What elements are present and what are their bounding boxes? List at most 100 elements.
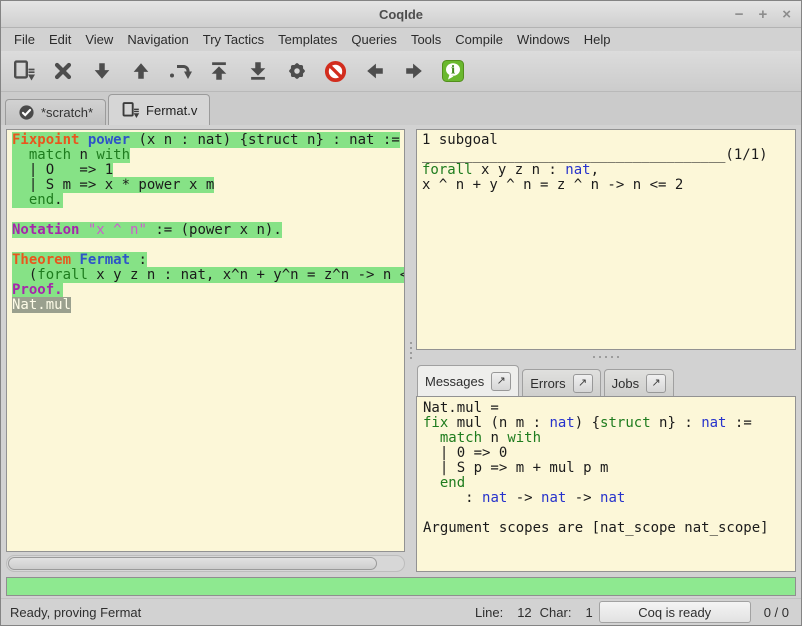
about-button[interactable]: i xyxy=(439,58,466,85)
horizontal-scrollbar[interactable] xyxy=(6,555,405,572)
tab-label: Fermat.v xyxy=(146,103,197,118)
go-to-cursor-button[interactable] xyxy=(166,58,193,85)
code-token: ( xyxy=(12,267,37,283)
code-line: Notation "x ^ n" := (power x n). xyxy=(12,223,404,238)
line-value: 12 xyxy=(517,605,531,620)
code-token: match xyxy=(440,430,482,446)
progress-bar xyxy=(6,577,796,596)
tab-errors[interactable]: Errors ↗ xyxy=(522,369,600,396)
menu-tools[interactable]: Tools xyxy=(404,29,448,50)
tab-fermat[interactable]: Fermat.v xyxy=(108,94,210,125)
code-token: := xyxy=(727,415,752,431)
save-button[interactable] xyxy=(10,58,37,85)
menu-templates[interactable]: Templates xyxy=(271,29,344,50)
arrow-down-to-bar-icon xyxy=(247,60,269,82)
code-token: mul (n m : xyxy=(448,415,549,431)
code-token: end xyxy=(29,192,54,208)
check-circle-icon xyxy=(18,104,35,121)
code-token: : xyxy=(423,490,482,506)
menu-try-tactics[interactable]: Try Tactics xyxy=(196,29,271,50)
code-token: Nat.mul = xyxy=(423,400,499,416)
code-token: n xyxy=(71,147,96,163)
vertical-splitter[interactable] xyxy=(405,129,416,572)
code-token: 1 subgoal xyxy=(422,132,498,148)
code-line: match n with xyxy=(423,431,795,446)
detach-arrow-icon: ↗ xyxy=(497,376,506,387)
splitter-dot xyxy=(410,342,412,344)
code-token xyxy=(79,222,87,238)
interrupt-button[interactable] xyxy=(322,58,349,85)
tab-label: Messages xyxy=(425,374,484,389)
code-token: Argument scopes are [nat_scope nat_scope… xyxy=(423,520,769,536)
coq-status-button[interactable]: Coq is ready xyxy=(599,601,751,623)
detach-button[interactable]: ↗ xyxy=(491,372,511,391)
detach-button[interactable]: ↗ xyxy=(573,374,593,393)
fully-check-document-button[interactable] xyxy=(283,58,310,85)
menu-compile[interactable]: Compile xyxy=(448,29,510,50)
close-window-button[interactable]: × xyxy=(782,7,791,22)
arrow-left-icon xyxy=(364,60,386,82)
code-token: "x ^ n" xyxy=(88,222,147,238)
code-token: end xyxy=(440,475,465,491)
splitter-dot xyxy=(410,357,412,359)
minimize-button[interactable]: − xyxy=(735,7,744,22)
arrow-down-icon xyxy=(91,60,113,82)
forward-one-command-button[interactable] xyxy=(88,58,115,85)
scrollbar-thumb[interactable] xyxy=(8,557,377,570)
close-button[interactable] xyxy=(49,58,76,85)
code-token: Fixpoint xyxy=(12,132,79,148)
code-token: nat xyxy=(701,415,726,431)
tab-jobs[interactable]: Jobs ↗ xyxy=(604,369,674,396)
tab-scratch[interactable]: *scratch* xyxy=(5,99,106,125)
menu-view[interactable]: View xyxy=(78,29,120,50)
splitter-dot xyxy=(593,356,595,358)
next-button[interactable] xyxy=(400,58,427,85)
workers-counter: 0 / 0 xyxy=(764,605,789,620)
code-token: Theorem xyxy=(12,252,71,268)
code-token xyxy=(423,430,440,446)
code-token: := (power x n). xyxy=(147,222,282,238)
code-token: Nat.mul xyxy=(12,297,71,313)
maximize-button[interactable]: + xyxy=(758,7,767,22)
code-token: power xyxy=(88,132,130,148)
go-to-end-button[interactable] xyxy=(244,58,271,85)
code-line: (forall x y z n : nat, x^n + y^n = z^n -… xyxy=(12,268,404,283)
code-token: : xyxy=(130,252,147,268)
code-line: fix mul (n m : nat) {struct n} : nat := xyxy=(423,416,795,431)
code-token: nat xyxy=(600,490,625,506)
script-editor[interactable]: Fixpoint power (x n : nat) {struct n} : … xyxy=(6,129,405,552)
code-token: | S m => x * power x m xyxy=(12,177,214,193)
splitter-dot xyxy=(605,356,607,358)
restart-go-to-start-button[interactable] xyxy=(205,58,232,85)
code-token xyxy=(79,132,87,148)
detach-button[interactable]: ↗ xyxy=(646,374,666,393)
char-label: Char: xyxy=(540,605,572,620)
code-token: , xyxy=(591,162,599,178)
menu-navigation[interactable]: Navigation xyxy=(120,29,195,50)
tab-label: *scratch* xyxy=(41,105,93,120)
main-area: Fixpoint power (x n : nat) {struct n} : … xyxy=(1,125,801,574)
goals-messages-splitter[interactable] xyxy=(416,350,796,363)
code-line: ____________________________________(1/1… xyxy=(422,148,795,163)
code-line: | 0 => 0 xyxy=(423,446,795,461)
save-icon xyxy=(121,101,140,120)
previous-button[interactable] xyxy=(361,58,388,85)
code-token: struct xyxy=(600,415,651,431)
line-label: Line: xyxy=(475,605,503,620)
tab-messages[interactable]: Messages ↗ xyxy=(417,365,519,396)
backward-one-command-button[interactable] xyxy=(127,58,154,85)
menu-bar: File Edit View Navigation Try Tactics Te… xyxy=(1,28,801,51)
menu-windows[interactable]: Windows xyxy=(510,29,577,50)
code-line: Theorem Fermat : xyxy=(12,253,404,268)
code-token: ) { xyxy=(575,415,600,431)
messages-pane: Nat.mul =fix mul (n m : nat) {struct n} … xyxy=(416,396,796,572)
code-line: | S p => m + mul p m xyxy=(423,461,795,476)
code-token: ____________________________________(1/1… xyxy=(422,147,768,163)
script-pane: Fixpoint power (x n : nat) {struct n} : … xyxy=(6,129,405,572)
menu-help[interactable]: Help xyxy=(577,29,618,50)
menu-queries[interactable]: Queries xyxy=(344,29,404,50)
menu-edit[interactable]: Edit xyxy=(42,29,78,50)
menu-file[interactable]: File xyxy=(7,29,42,50)
code-token: nat xyxy=(565,162,590,178)
detach-arrow-icon: ↗ xyxy=(652,378,661,389)
